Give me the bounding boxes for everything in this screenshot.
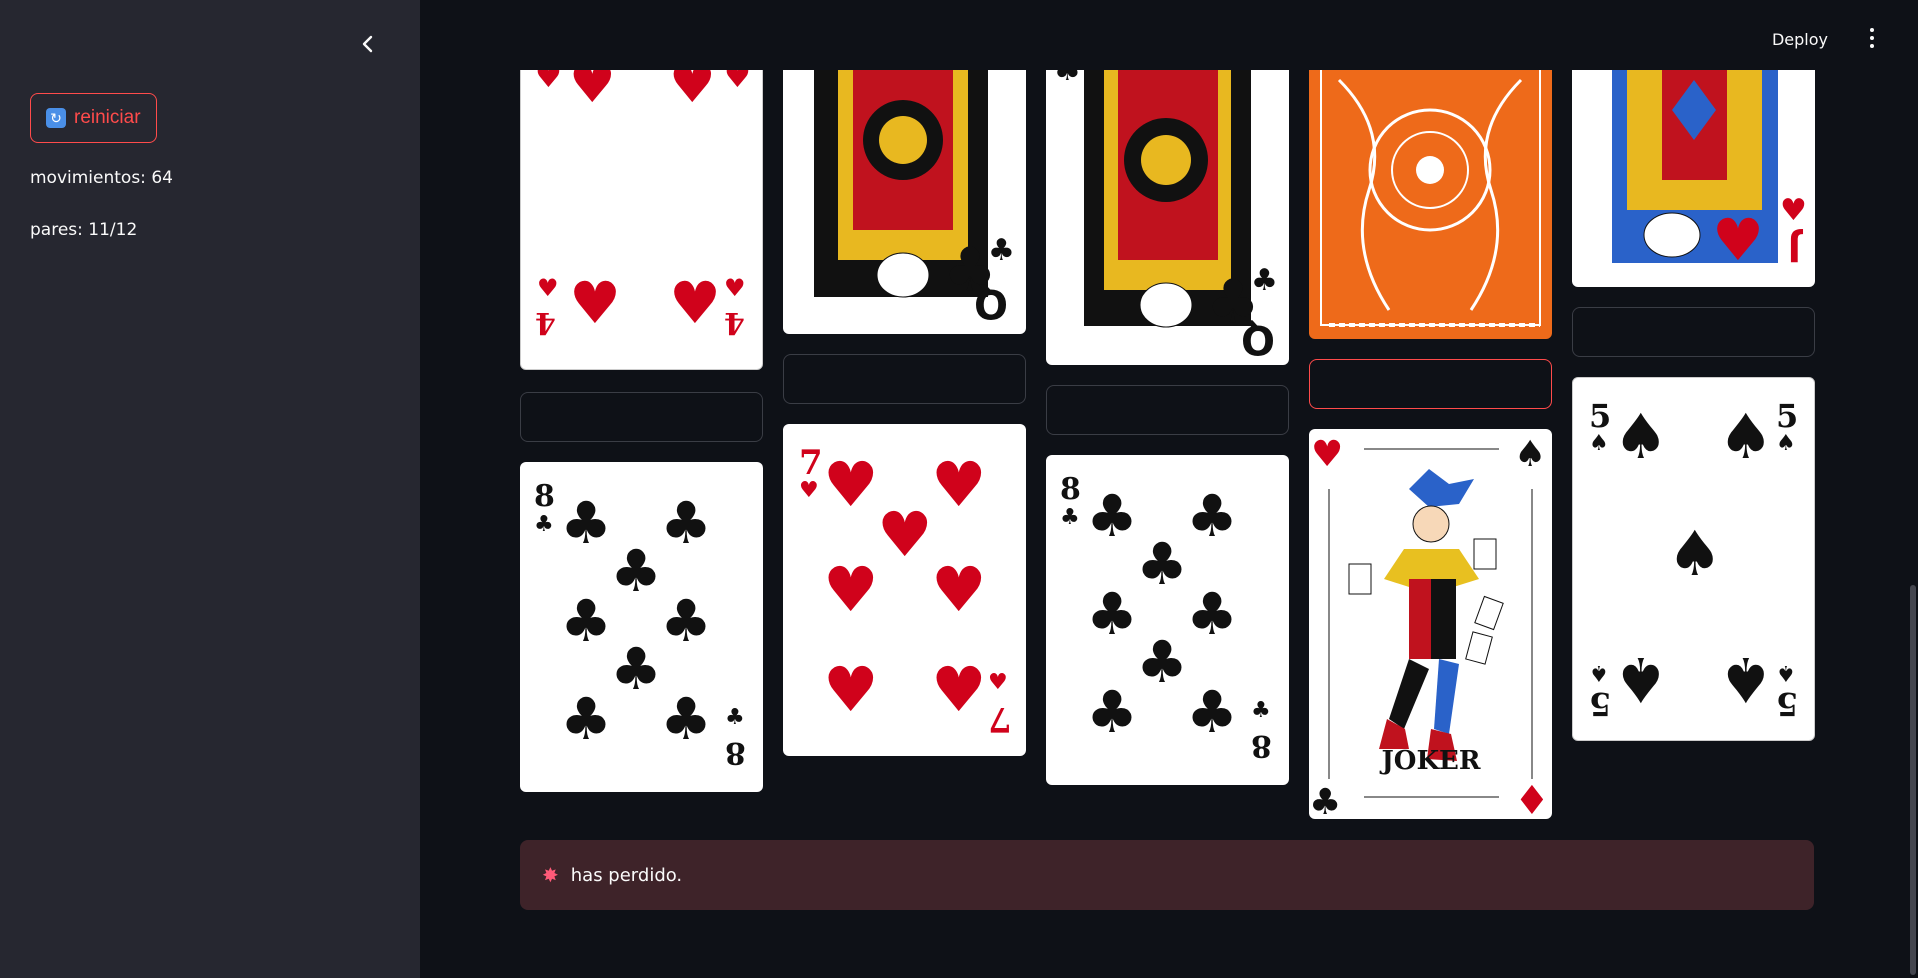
card-8-clubs[interactable]: 8 ♣ ♣ ♣ ♣ ♣ ♣ ♣ ♣ ♣ ♣ 8	[520, 462, 763, 792]
card-queen-clubs-match[interactable]: ♣ ♣ ♣ Q	[1046, 70, 1289, 365]
card-3-slot[interactable]	[1046, 385, 1289, 435]
collapse-sidebar-button[interactable]	[354, 30, 382, 58]
card-face-down[interactable]	[1309, 70, 1552, 339]
card-4-hearts[interactable]: ♥ ♥ ♥ ♥ ♥ ♥ ♥ ♥ 4 4	[520, 70, 763, 370]
card-8-clubs-match[interactable]: 8 ♣ ♣ ♣ ♣ ♣ ♣ ♣ ♣ ♣ ♣ 8	[1046, 455, 1289, 785]
restart-button[interactable]: ↻ reiniciar	[30, 93, 157, 143]
svg-text:♣: ♣	[1054, 70, 1081, 88]
card-1-slot[interactable]	[520, 392, 763, 442]
chevron-left-icon	[362, 35, 373, 53]
card-joker[interactable]: ♥ ♠ JOKER ♣ ♦	[1309, 429, 1552, 819]
scrollbar-thumb[interactable]	[1910, 585, 1916, 975]
pairs-counter: pares: 11/12	[30, 220, 138, 240]
svg-text:J: J	[1788, 227, 1804, 268]
refresh-icon: ↻	[46, 108, 66, 128]
app-header: Deploy	[420, 0, 1918, 70]
card-jack-hearts[interactable]: ♥ J ♥	[1572, 70, 1815, 287]
svg-text:♣: ♣	[1309, 782, 1341, 819]
game-result-text: has perdido.	[570, 864, 683, 886]
svg-text:♣: ♣	[1251, 263, 1278, 298]
svg-text:♥: ♥	[1780, 193, 1807, 228]
svg-text:♣: ♣	[988, 233, 1015, 268]
svg-text:Q: Q	[1241, 316, 1275, 362]
card-queen-clubs[interactable]: ♣ ♣ Q	[783, 70, 1026, 334]
game-result-alert: ✸ has perdido.	[520, 840, 1814, 910]
svg-text:♦: ♦	[1514, 778, 1550, 819]
card-2-slot[interactable]	[783, 354, 1026, 404]
deploy-button[interactable]: Deploy	[1772, 30, 1828, 49]
svg-text:Q: Q	[974, 280, 1008, 326]
card-5-spades[interactable]: 5 ♠ ♠ ♠ ♠ ♠ ♠ ♠ 5 ♠ ♠ 5 5	[1572, 377, 1815, 741]
restart-button-label: reiniciar	[74, 107, 141, 128]
sidebar: ↻ reiniciar movimientos: 64 pares: 11/12	[0, 0, 420, 978]
card-board: ♥ ♥ ♥ ♥ ♥ ♥ ♥ ♥ 4 4 ♣ ♣ Q ♣ ♣ ♣ Q ♥ J ♥ …	[420, 70, 1918, 978]
card-7-hearts[interactable]: 7 ♥ ♥ ♥ ♥ ♥ ♥ ♥ ♥ ♥ 7	[783, 424, 1026, 756]
moves-counter: movimientos: 64	[30, 168, 173, 188]
main-scrollbar[interactable]	[1908, 0, 1918, 978]
explosion-icon: ✸	[542, 863, 559, 887]
svg-text:JOKER: JOKER	[1380, 746, 1481, 776]
card-5-slot[interactable]	[1572, 307, 1815, 357]
svg-text:♥: ♥	[1712, 206, 1764, 274]
card-4-slot[interactable]	[1309, 359, 1552, 409]
main-menu-icon[interactable]	[1868, 28, 1876, 50]
